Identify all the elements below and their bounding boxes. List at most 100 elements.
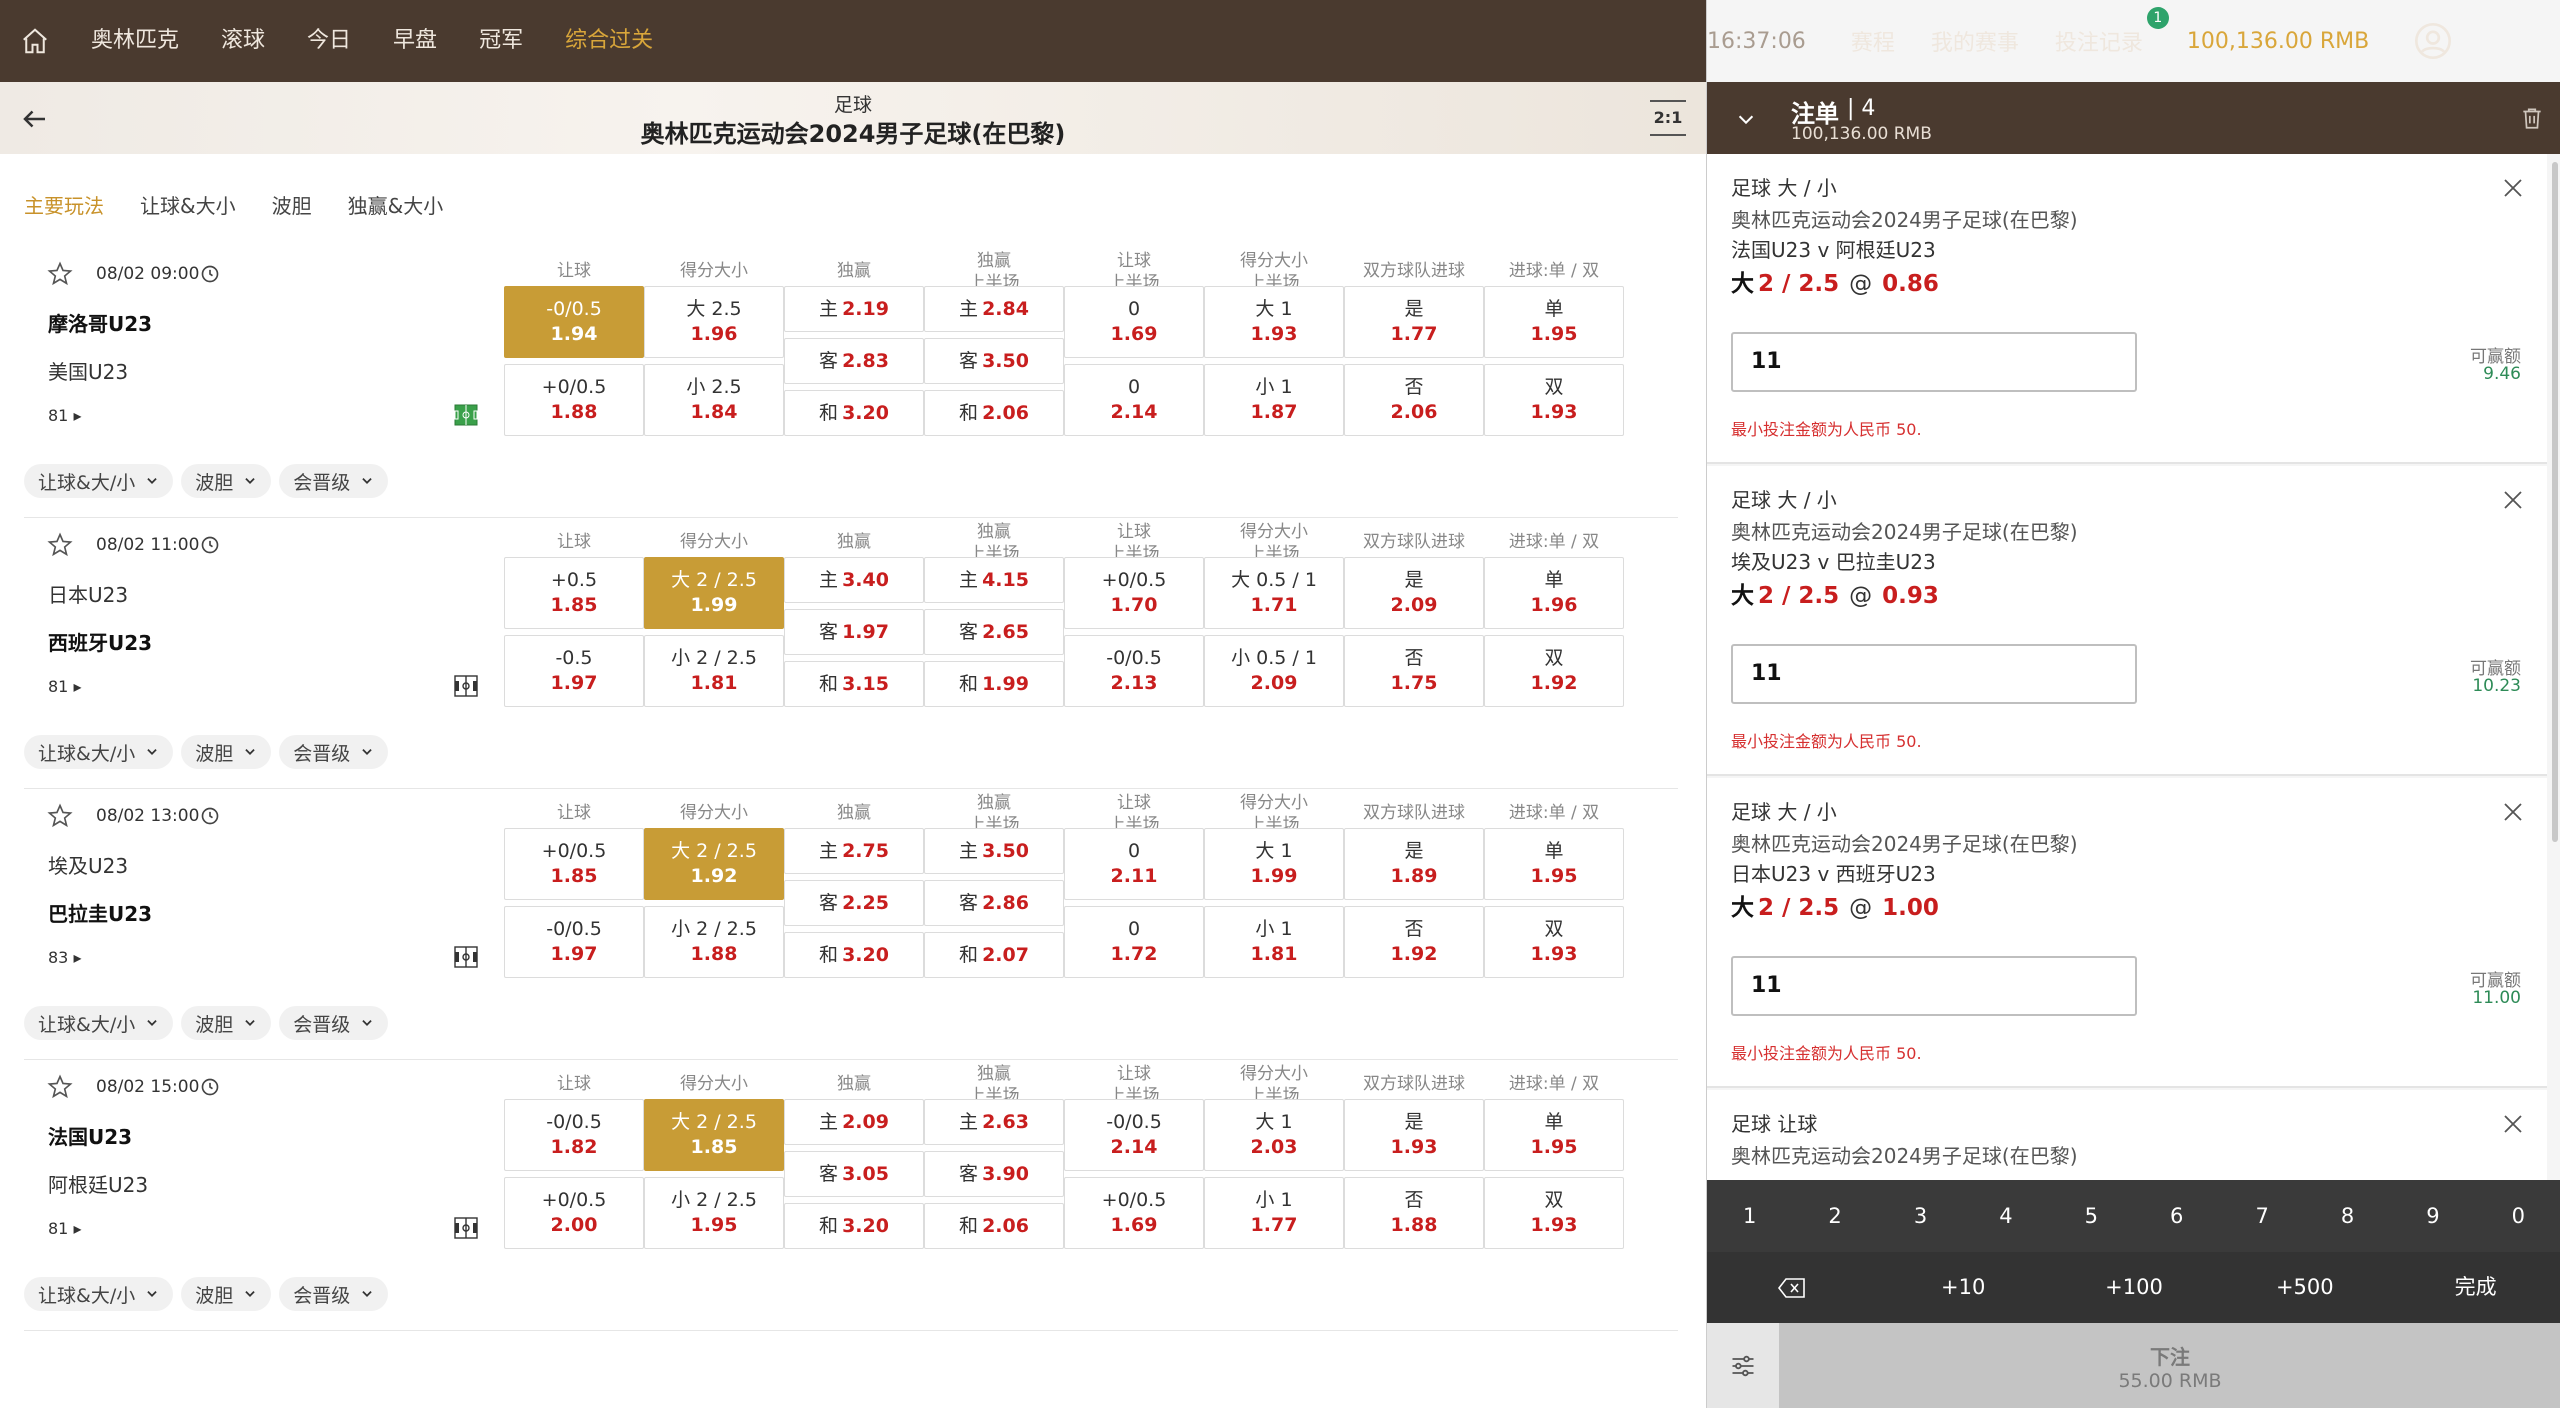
- odds-cell-ouh[interactable]: 大 1 2.03: [1204, 1099, 1344, 1171]
- market-filter-pill-1[interactable]: 波胆: [181, 464, 272, 498]
- my-events-link[interactable]: 我的赛事: [1931, 25, 2019, 57]
- odds-cell-ouh[interactable]: 小 1 1.87: [1204, 364, 1344, 436]
- odds-cell-x12[interactable]: 主 3.40: [784, 557, 924, 603]
- odds-cell-x12[interactable]: 和 3.20: [784, 932, 924, 978]
- odds-cell-ouh[interactable]: 小 0.5 / 1 2.09: [1204, 635, 1344, 707]
- settings-button[interactable]: [1707, 1323, 1779, 1408]
- odds-cell-hdph[interactable]: 0 1.72: [1064, 906, 1204, 978]
- market-filter-pill-2[interactable]: 会晋级: [279, 1277, 389, 1311]
- market-tab-3[interactable]: 独赢&大小: [348, 190, 444, 219]
- odds-cell-ou[interactable]: 大 2 / 2.5 1.92: [644, 828, 784, 900]
- favorite-star-icon[interactable]: [46, 802, 74, 830]
- nav-item-1[interactable]: 滚球: [200, 0, 286, 82]
- odds-cell-x12[interactable]: 主 2.19: [784, 286, 924, 332]
- favorite-star-icon[interactable]: [46, 531, 74, 559]
- close-icon[interactable]: [2501, 800, 2525, 824]
- favorite-star-icon[interactable]: [46, 260, 74, 288]
- odds-cell-ouh[interactable]: 小 1 1.77: [1204, 1177, 1344, 1249]
- odds-cell-x12[interactable]: 客 2.25: [784, 880, 924, 926]
- odds-cell-x12h[interactable]: 主 3.50: [924, 828, 1064, 874]
- more-markets-count[interactable]: 81 ▸: [48, 406, 81, 425]
- odds-cell-x12h[interactable]: 客 2.65: [924, 609, 1064, 655]
- market-tab-0[interactable]: 主要玩法: [24, 190, 104, 219]
- odds-cell-x12h[interactable]: 和 1.99: [924, 661, 1064, 707]
- market-filter-pill-0[interactable]: 让球&大/小: [24, 1006, 174, 1040]
- odds-cell-btts[interactable]: 否 1.88: [1344, 1177, 1484, 1249]
- odds-cell-x12h[interactable]: 主 2.63: [924, 1099, 1064, 1145]
- odds-cell-hdp[interactable]: -0/0.5 1.97: [504, 906, 644, 978]
- nav-item-3[interactable]: 早盘: [372, 0, 458, 82]
- market-filter-pill-2[interactable]: 会晋级: [279, 464, 389, 498]
- odds-cell-hdp[interactable]: -0/0.5 1.94: [504, 286, 644, 358]
- odds-cell-ou[interactable]: 小 2 / 2.5 1.95: [644, 1177, 784, 1249]
- odds-cell-ouh[interactable]: 大 1 1.99: [1204, 828, 1344, 900]
- odds-cell-hdph[interactable]: +0/0.5 1.69: [1064, 1177, 1204, 1249]
- odds-cell-btts[interactable]: 是 2.09: [1344, 557, 1484, 629]
- odds-cell-x12h[interactable]: 和 2.07: [924, 932, 1064, 978]
- stake-input[interactable]: 11: [1731, 644, 2137, 704]
- place-bet-button[interactable]: 下注 55.00 RMB: [1779, 1323, 2560, 1408]
- stake-input[interactable]: 11: [1731, 332, 2137, 392]
- quick-stake-1[interactable]: +100: [2049, 1252, 2220, 1323]
- keypad-digit-0[interactable]: 0: [2476, 1180, 2560, 1252]
- market-filter-pill-1[interactable]: 波胆: [181, 1277, 272, 1311]
- odds-cell-hdp[interactable]: +0/0.5 1.88: [504, 364, 644, 436]
- bet-slip-scrollbar[interactable]: [2552, 162, 2558, 842]
- market-filter-pill-1[interactable]: 波胆: [181, 1006, 272, 1040]
- nav-item-5[interactable]: 综合过关: [544, 0, 674, 82]
- close-icon[interactable]: [2501, 488, 2525, 512]
- odds-cell-x12h[interactable]: 和 2.06: [924, 1203, 1064, 1249]
- odds-cell-oe[interactable]: 单 1.95: [1484, 286, 1624, 358]
- market-filter-pill-1[interactable]: 波胆: [181, 735, 272, 769]
- nav-item-2[interactable]: 今日: [286, 0, 372, 82]
- nav-item-0[interactable]: 奥林匹克: [70, 0, 200, 82]
- odds-cell-oe[interactable]: 单 1.95: [1484, 828, 1624, 900]
- odds-cell-oe[interactable]: 双 1.92: [1484, 635, 1624, 707]
- odds-cell-x12[interactable]: 主 2.75: [784, 828, 924, 874]
- odds-cell-hdp[interactable]: -0.5 1.97: [504, 635, 644, 707]
- odds-cell-btts[interactable]: 是 1.89: [1344, 828, 1484, 900]
- trash-icon[interactable]: [2519, 104, 2545, 132]
- keypad-digit-9[interactable]: 9: [2390, 1180, 2475, 1252]
- market-tab-2[interactable]: 波胆: [272, 190, 312, 219]
- odds-cell-ou[interactable]: 小 2.5 1.84: [644, 364, 784, 436]
- odds-cell-x12[interactable]: 主 2.09: [784, 1099, 924, 1145]
- close-icon[interactable]: [2501, 176, 2525, 200]
- stake-input[interactable]: 11: [1731, 956, 2137, 1016]
- market-tab-1[interactable]: 让球&大小: [140, 190, 236, 219]
- more-markets-count[interactable]: 81 ▸: [48, 677, 81, 696]
- odds-cell-ouh[interactable]: 大 0.5 / 1 1.71: [1204, 557, 1344, 629]
- scoreboard-icon[interactable]: 2:1: [1650, 100, 1686, 136]
- odds-cell-hdp[interactable]: +0/0.5 1.85: [504, 828, 644, 900]
- odds-cell-x12[interactable]: 客 3.05: [784, 1151, 924, 1197]
- odds-cell-ou[interactable]: 小 2 / 2.5 1.88: [644, 906, 784, 978]
- odds-cell-x12[interactable]: 和 3.15: [784, 661, 924, 707]
- odds-cell-ouh[interactable]: 小 1 1.81: [1204, 906, 1344, 978]
- odds-cell-oe[interactable]: 双 1.93: [1484, 906, 1624, 978]
- collapse-chevron-icon[interactable]: [1735, 108, 1757, 130]
- keypad-digit-2[interactable]: 2: [1792, 1180, 1877, 1252]
- odds-cell-ou[interactable]: 大 2.5 1.96: [644, 286, 784, 358]
- odds-cell-hdph[interactable]: -0/0.5 2.13: [1064, 635, 1204, 707]
- odds-cell-ou[interactable]: 大 2 / 2.5 1.85: [644, 1099, 784, 1171]
- odds-cell-x12[interactable]: 客 2.83: [784, 338, 924, 384]
- odds-cell-btts[interactable]: 否 1.92: [1344, 906, 1484, 978]
- odds-cell-oe[interactable]: 单 1.96: [1484, 557, 1624, 629]
- odds-cell-x12h[interactable]: 客 3.90: [924, 1151, 1064, 1197]
- bet-history-link[interactable]: 投注记录 1: [2055, 7, 2169, 57]
- pitch-icon[interactable]: [454, 946, 478, 968]
- odds-cell-btts[interactable]: 是 1.93: [1344, 1099, 1484, 1171]
- odds-cell-oe[interactable]: 双 1.93: [1484, 1177, 1624, 1249]
- odds-cell-x12h[interactable]: 客 2.86: [924, 880, 1064, 926]
- odds-cell-ou[interactable]: 大 2 / 2.5 1.99: [644, 557, 784, 629]
- odds-cell-x12[interactable]: 客 1.97: [784, 609, 924, 655]
- close-icon[interactable]: [2501, 1112, 2525, 1136]
- odds-cell-oe[interactable]: 双 1.93: [1484, 364, 1624, 436]
- odds-cell-x12h[interactable]: 主 2.84: [924, 286, 1064, 332]
- pitch-icon[interactable]: [454, 1217, 478, 1239]
- market-filter-pill-2[interactable]: 会晋级: [279, 735, 389, 769]
- user-icon[interactable]: [2413, 21, 2453, 61]
- odds-cell-btts[interactable]: 否 2.06: [1344, 364, 1484, 436]
- odds-cell-btts[interactable]: 是 1.77: [1344, 286, 1484, 358]
- odds-cell-hdp[interactable]: +0.5 1.85: [504, 557, 644, 629]
